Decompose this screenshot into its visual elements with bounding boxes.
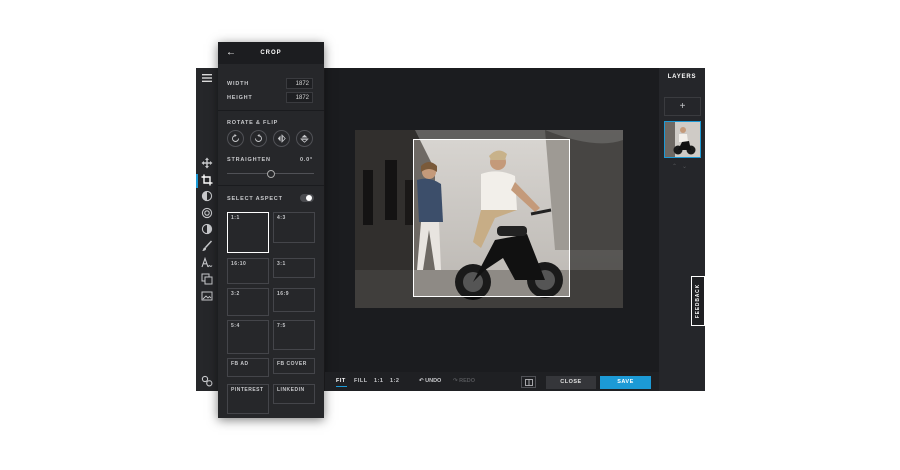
- aspect-16-9[interactable]: 16:9: [273, 288, 315, 312]
- height-input[interactable]: 1872: [286, 92, 313, 103]
- add-layer-button[interactable]: +: [664, 97, 701, 116]
- fit-active-indicator: [336, 386, 347, 387]
- settings-icon[interactable]: [199, 374, 215, 388]
- flip-horizontal-icon: [277, 134, 286, 143]
- back-arrow-icon[interactable]: ←: [226, 47, 236, 58]
- toggle-knob: [306, 195, 312, 201]
- exposure-icon[interactable]: [199, 189, 215, 203]
- save-button[interactable]: SAVE: [600, 376, 651, 389]
- aspect-3-1[interactable]: 3:1: [273, 258, 315, 278]
- aspect-4-3[interactable]: 4:3: [273, 212, 315, 243]
- active-tool-indicator: [196, 174, 198, 188]
- width-input[interactable]: 1872: [286, 78, 313, 89]
- panel-header: ← CROP: [218, 42, 324, 64]
- text-icon[interactable]: [199, 256, 215, 270]
- redo-label: REDO: [459, 378, 476, 384]
- aspect-7-5[interactable]: 7:5: [273, 320, 315, 350]
- redo-button[interactable]: ↷ REDO: [453, 378, 475, 384]
- zoom-1-2-option[interactable]: 1:2: [390, 378, 399, 384]
- flip-vertical-button[interactable]: [296, 130, 313, 147]
- feedback-label: FEEDBACK: [695, 283, 701, 319]
- divider: [218, 110, 324, 111]
- rotate-flip-label: ROTATE & FLIP: [227, 120, 279, 126]
- overlay-icon[interactable]: [199, 272, 215, 286]
- rotate-left-icon: [232, 134, 239, 142]
- brush-icon[interactable]: [199, 239, 215, 253]
- aspect-16-10[interactable]: 16:10: [227, 258, 269, 284]
- layer-thumbnail[interactable]: [664, 121, 701, 158]
- undo-icon: ↶: [419, 378, 424, 384]
- rotate-left-button[interactable]: [227, 130, 244, 147]
- tool-strip: [196, 68, 219, 391]
- rotate-right-button[interactable]: [250, 130, 267, 147]
- aspect-fb-ad[interactable]: FB AD: [227, 358, 269, 377]
- aspect-3-2[interactable]: 3:2: [227, 288, 269, 316]
- select-aspect-label: SELECT ASPECT: [227, 196, 283, 202]
- crop-panel: ← CROP WIDTH 1872 HEIGHT 1872 ROTATE & F…: [218, 42, 324, 418]
- flip-horizontal-button[interactable]: [273, 130, 290, 147]
- width-label: WIDTH: [227, 81, 250, 87]
- contrast-icon[interactable]: [199, 222, 215, 236]
- crop-frame[interactable]: [413, 139, 570, 297]
- move-icon[interactable]: [199, 156, 215, 170]
- filter-icon[interactable]: [199, 206, 215, 220]
- feedback-tab[interactable]: FEEDBACK: [691, 276, 705, 326]
- close-button[interactable]: CLOSE: [546, 376, 596, 389]
- aspect-1-1[interactable]: 1:1: [227, 212, 269, 253]
- divider: [218, 185, 324, 186]
- undo-button[interactable]: ↶ UNDO: [419, 378, 441, 384]
- fit-option[interactable]: FIT: [336, 378, 346, 384]
- compare-icon: [524, 378, 533, 386]
- zoom-1-1-option[interactable]: 1:1: [374, 378, 383, 384]
- straighten-value: 0.0°: [300, 157, 314, 163]
- layer-order-arrows[interactable]: ⌃⌄: [672, 163, 692, 170]
- layers-title: LAYERS: [667, 74, 697, 80]
- crop-icon[interactable]: [199, 173, 215, 187]
- aspect-pinterest[interactable]: PINTEREST: [227, 384, 269, 414]
- aspect-5-4[interactable]: 5:4: [227, 320, 269, 354]
- compare-button[interactable]: [521, 376, 536, 388]
- redo-icon: ↷: [453, 378, 458, 384]
- layers-panel: [659, 68, 705, 391]
- aspect-linkedin[interactable]: LINKEDIN: [273, 384, 315, 404]
- image-icon[interactable]: [199, 289, 215, 303]
- rotate-right-icon: [255, 134, 262, 142]
- fill-option[interactable]: FILL: [354, 378, 368, 384]
- straighten-label: STRAIGHTEN: [227, 157, 271, 163]
- aspect-fb-cover[interactable]: FB COVER: [273, 358, 315, 374]
- flip-vertical-icon: [300, 134, 309, 143]
- height-label: HEIGHT: [227, 95, 253, 101]
- undo-label: UNDO: [425, 378, 442, 384]
- menu-icon[interactable]: [199, 71, 215, 85]
- straighten-slider-knob[interactable]: [267, 170, 275, 178]
